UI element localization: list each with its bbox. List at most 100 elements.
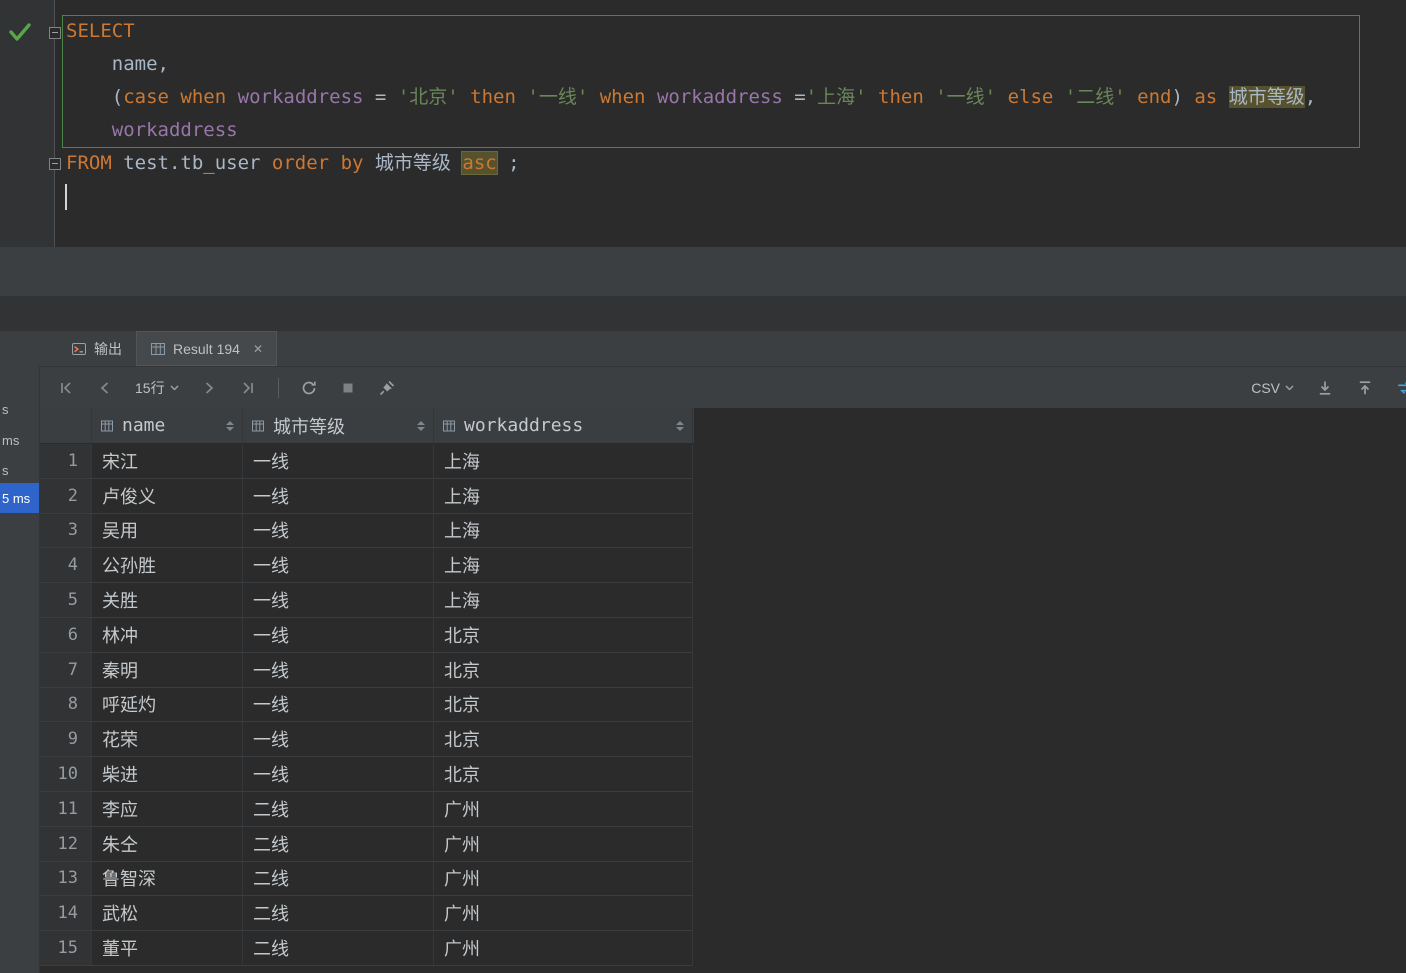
row-number[interactable]: 15 [40,931,92,966]
scroll-to-top-button[interactable] [1356,379,1374,397]
code-line[interactable]: workaddress [66,114,1406,147]
table-cell[interactable]: 广州 [434,896,693,932]
table-cell[interactable]: 北京 [434,617,693,653]
table-cell[interactable]: 花荣 [92,722,243,758]
table-cell[interactable]: 卢俊义 [92,478,243,514]
table-cell[interactable]: 北京 [434,652,693,688]
row-number[interactable]: 3 [40,513,92,549]
column-header-city-tier[interactable]: 城市等级 [243,408,434,443]
tab-output[interactable]: 输出 [57,331,136,366]
row-number[interactable]: 4 [40,548,92,584]
table-cell[interactable]: 柴进 [92,757,243,792]
table-cell[interactable]: 北京 [434,757,693,792]
table-cell[interactable]: 关胜 [92,583,243,618]
sql-editor[interactable]: SELECT name, (case when workaddress = '北… [0,0,1406,247]
table-row[interactable]: 11 李应 二线 广州 [40,791,694,827]
table-cell[interactable]: 朱仝 [92,826,243,862]
row-number[interactable]: 10 [40,757,92,792]
left-panel-item[interactable]: s [0,394,39,424]
table-cell[interactable]: 董平 [92,931,243,966]
table-row[interactable]: 14 武松 二线 广州 [40,896,694,932]
table-row[interactable]: 1 宋江 一线 上海 [40,444,694,479]
table-row[interactable]: 10 柴进 一线 北京 [40,757,694,792]
stop-button[interactable] [339,379,357,397]
table-cell[interactable]: 秦明 [92,652,243,688]
row-number[interactable]: 1 [40,444,92,479]
table-cell[interactable]: 一线 [243,617,434,653]
close-icon[interactable]: ✕ [253,342,263,356]
last-page-button[interactable] [239,379,257,397]
table-row[interactable]: 5 关胜 一线 上海 [40,583,694,618]
table-cell[interactable]: 广州 [434,791,693,827]
left-panel-item[interactable]: ms [0,425,39,455]
row-number[interactable]: 13 [40,861,92,897]
fold-collapse-icon[interactable] [49,158,61,170]
table-cell[interactable]: 上海 [434,513,693,549]
table-cell[interactable]: 二线 [243,861,434,897]
next-page-button[interactable] [200,379,218,397]
page-size-dropdown[interactable]: 15行 [135,378,179,398]
table-cell[interactable]: 吴用 [92,513,243,549]
column-header-workaddress[interactable]: workaddress [434,408,693,443]
table-cell[interactable]: 一线 [243,652,434,688]
download-button[interactable] [1316,379,1334,397]
row-number[interactable]: 11 [40,791,92,827]
table-cell[interactable]: 一线 [243,478,434,514]
table-cell[interactable]: 宋江 [92,444,243,479]
table-row[interactable]: 2 卢俊义 一线 上海 [40,478,694,514]
table-cell[interactable]: 北京 [434,722,693,758]
corner-cell[interactable] [40,408,92,443]
table-cell[interactable]: 一线 [243,548,434,584]
row-number[interactable]: 8 [40,687,92,723]
column-header-name[interactable]: name [92,408,243,443]
table-cell[interactable]: 鲁智深 [92,861,243,897]
table-row[interactable]: 15 董平 二线 广州 [40,931,694,966]
code-line[interactable]: (case when workaddress = '北京' then '一线' … [66,81,1406,114]
table-cell[interactable]: 上海 [434,478,693,514]
table-cell[interactable]: 武松 [92,896,243,932]
code-area[interactable]: SELECT name, (case when workaddress = '北… [66,15,1406,213]
table-cell[interactable]: 上海 [434,548,693,584]
previous-page-button[interactable] [96,379,114,397]
table-row[interactable]: 13 鲁智深 二线 广州 [40,861,694,897]
editor-toolwindow-splitter[interactable] [0,247,1406,296]
code-line[interactable]: name, [66,48,1406,81]
first-page-button[interactable] [57,379,75,397]
tab-result[interactable]: Result 194 ✕ [136,331,277,366]
table-row[interactable]: 3 吴用 一线 上海 [40,513,694,549]
left-panel-item[interactable]: s [0,455,39,485]
code-line[interactable]: SELECT [66,15,1406,48]
table-cell[interactable]: 一线 [243,513,434,549]
table-row[interactable]: 8 呼延灼 一线 北京 [40,687,694,723]
table-cell[interactable]: 公孙胜 [92,548,243,584]
table-cell[interactable]: 一线 [243,583,434,618]
table-cell[interactable]: 二线 [243,931,434,966]
table-row[interactable]: 9 花荣 一线 北京 [40,722,694,758]
table-cell[interactable]: 李应 [92,791,243,827]
table-cell[interactable]: 广州 [434,861,693,897]
table-cell[interactable]: 一线 [243,722,434,758]
table-cell[interactable]: 林冲 [92,617,243,653]
table-cell[interactable]: 二线 [243,826,434,862]
table-cell[interactable]: 一线 [243,444,434,479]
table-cell[interactable]: 广州 [434,826,693,862]
row-number[interactable]: 6 [40,617,92,653]
export-format-dropdown[interactable]: CSV [1251,380,1294,396]
row-number[interactable]: 2 [40,478,92,514]
table-cell[interactable]: 北京 [434,687,693,723]
row-number[interactable]: 14 [40,896,92,932]
table-cell[interactable]: 一线 [243,757,434,792]
table-cell[interactable]: 上海 [434,583,693,618]
refresh-button[interactable] [300,379,318,397]
table-row[interactable]: 6 林冲 一线 北京 [40,617,694,653]
compare-button[interactable] [1396,379,1406,397]
table-cell[interactable]: 广州 [434,931,693,966]
table-cell[interactable]: 一线 [243,687,434,723]
table-cell[interactable]: 二线 [243,791,434,827]
fold-collapse-icon[interactable] [49,27,61,39]
sort-icon[interactable] [676,420,684,431]
table-cell[interactable]: 呼延灼 [92,687,243,723]
pin-button[interactable] [378,379,396,397]
row-number[interactable]: 5 [40,583,92,618]
sort-icon[interactable] [417,420,425,431]
